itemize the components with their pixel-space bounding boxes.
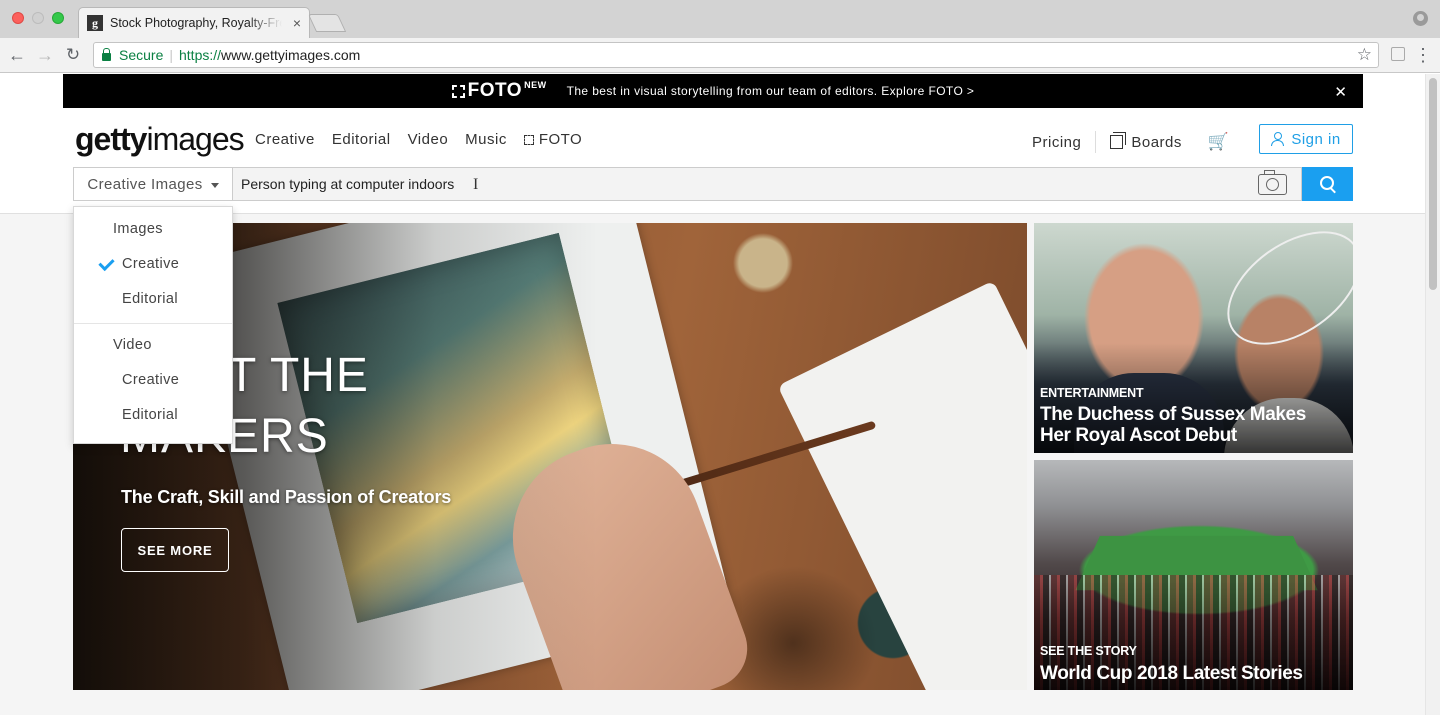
text-cursor-icon: I [473,176,479,193]
menu-item-images-editorial[interactable]: Editorial [122,291,178,307]
cart-icon[interactable]: 🛒 [1208,132,1230,152]
nav-music[interactable]: Music [465,131,507,148]
extension-icon[interactable] [1391,47,1405,61]
search-type-label: Creative Images [87,175,203,193]
hero-subtitle: The Craft, Skill and Passion of Creators [121,487,452,507]
reload-icon[interactable]: ↻ [62,44,84,66]
boards-icon [1110,132,1127,149]
see-more-button[interactable]: SEE MORE [121,528,229,572]
menu-item-video-creative[interactable]: Creative [122,372,179,388]
search-type-menu: Images Creative Editorial Video Creative… [73,206,233,444]
search-type-dropdown[interactable]: Creative Images [73,167,233,201]
window-close-button[interactable] [12,12,24,24]
browser-menu-icon[interactable]: ⋮ [1414,45,1432,65]
url-scheme: https:// [179,47,222,63]
menu-group-video[interactable]: Video [113,337,152,353]
pricing-link[interactable]: Pricing [1032,134,1081,151]
card-kicker: ENTERTAINMENT [1040,386,1144,400]
card-kicker: SEE THE STORY [1040,644,1137,658]
card-title: The Duchess of Sussex Makes Her Royal As… [1040,404,1306,446]
camera-search-icon[interactable] [1258,170,1287,195]
window-maximize-button[interactable] [52,12,64,24]
foto-bracket-icon [451,84,465,98]
caret-down-icon [210,182,219,188]
browser-tab-active[interactable]: g Stock Photography, Royalty-Free × [78,7,310,38]
address-bar[interactable]: Secure | https:// www.gettyimages.com ☆ [93,42,1379,68]
menu-item-video-editorial[interactable]: Editorial [122,407,178,423]
search-input[interactable] [233,167,1302,201]
page-scrollbar[interactable] [1425,74,1440,715]
menu-item-images-creative[interactable]: Creative [122,256,179,272]
foto-bracket-icon [523,134,534,145]
menu-group-images[interactable]: Images [113,221,163,237]
boards-label: Boards [1131,133,1182,151]
foto-logo: FOTO NEW [451,80,547,102]
new-tab-button[interactable] [307,14,347,32]
profile-icon[interactable] [1413,11,1428,26]
secure-label: Secure [119,47,164,63]
promo-text-link[interactable]: The best in visual storytelling from our… [567,84,975,98]
scrollbar-thumb[interactable] [1429,78,1437,290]
nav-video[interactable]: Video [408,131,449,148]
nav-foto-label: FOTO [538,131,583,148]
address-separator: | [169,47,173,63]
story-card-world-cup[interactable]: SEE THE STORY World Cup 2018 Latest Stor… [1034,460,1353,690]
user-icon [1271,132,1285,146]
search-button[interactable] [1302,167,1353,201]
site-header: FOTO NEW The best in visual storytelling… [0,74,1425,214]
window-minimize-button[interactable] [32,12,44,24]
nav-divider [1095,131,1097,153]
sign-in-button[interactable]: Sign in [1259,124,1353,154]
bookmark-star-icon[interactable]: ☆ [1357,45,1372,65]
tab-close-icon[interactable]: × [293,16,301,30]
nav-creative[interactable]: Creative [255,131,315,148]
page-viewport: FOTO NEW The best in visual storytelling… [0,74,1440,715]
gettyimages-favicon-icon: g [87,15,103,31]
logo-light-part: images [146,121,244,157]
account-nav: Pricing Boards 🛒 [1032,131,1230,153]
foto-promo-banner[interactable]: FOTO NEW The best in visual storytelling… [63,74,1363,108]
menu-divider [74,323,232,324]
foto-brand: FOTO [467,80,523,101]
sign-in-label: Sign in [1291,130,1341,148]
gettyimages-logo[interactable]: gettyimages [75,121,245,158]
search-icon [1319,176,1336,192]
nav-foto[interactable]: FOTO [523,131,583,148]
search-bar: Creative Images I [73,167,1353,201]
url-host: www.gettyimages.com [221,47,361,63]
card-title: World Cup 2018 Latest Stories [1040,663,1303,684]
promo-close-icon[interactable]: ✕ [1334,83,1347,101]
story-card-entertainment[interactable]: ENTERTAINMENT The Duchess of Sussex Make… [1034,223,1353,453]
logo-bold-part: getty [75,121,147,157]
nav-editorial[interactable]: Editorial [332,131,391,148]
browser-toolbar: ← → ↻ Secure | https:// www.gettyimages.… [0,38,1440,73]
foto-new-badge: NEW [524,80,547,90]
checkmark-icon [96,258,114,272]
browser-tab-strip: g Stock Photography, Royalty-Free × [0,0,1440,38]
boards-link[interactable]: Boards [1110,132,1182,151]
main-nav: Creative Editorial Video Music FOTO [255,131,582,148]
lock-icon [102,48,111,61]
tab-title: Stock Photography, Royalty-Free [110,16,282,30]
back-icon[interactable]: ← [6,44,28,66]
forward-icon[interactable]: → [34,44,56,66]
